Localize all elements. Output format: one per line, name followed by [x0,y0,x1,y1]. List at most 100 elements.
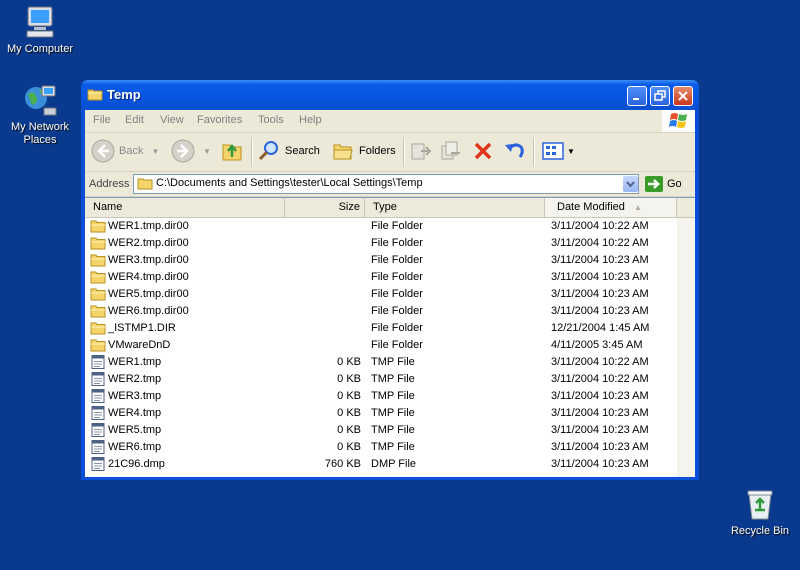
file-row[interactable]: WER2.tmp.dir00 File Folder 3/11/2004 10:22… [85,235,677,252]
file-row[interactable]: 21C96.dmp 760 KB DMP File 3/11/2004 10:23 A… [85,456,677,473]
up-folder-button[interactable] [221,137,245,165]
address-dropdown-button[interactable] [623,176,638,192]
file-row[interactable]: WER4.tmp.dir00 File Folder 3/11/2004 10:23… [85,269,677,286]
file-name: WER6.tmp.dir00 [108,305,189,317]
file-type: TMP File [371,407,415,419]
computer-icon [22,4,58,40]
forward-dropdown-icon[interactable]: ▼ [203,147,211,156]
back-dropdown-icon[interactable]: ▼ [151,147,159,156]
menu-tools[interactable]: Tools [258,114,284,126]
file-name: WER2.tmp.dir00 [108,237,189,249]
folders-icon [333,144,353,160]
close-button[interactable] [673,86,693,106]
views-button[interactable]: ▼ [541,137,575,165]
back-button-label: Back [119,145,144,157]
window-title: Temp [107,87,141,102]
file-type: DMP File [371,458,417,470]
file-name: _ISTMP1.DIR [108,322,176,334]
file-row[interactable]: WER4.tmp 0 KB TMP File 3/11/2004 10:23 AM [85,405,677,422]
file-type: File Folder [371,339,423,351]
file-type: File Folder [371,322,423,334]
column-header-name[interactable]: Name [85,198,285,217]
back-arrow-icon [91,139,115,163]
file-row[interactable]: VMwareDnD File Folder 4/11/2005 3:45 AM [85,337,677,354]
menu-favorites[interactable]: Favorites [197,114,242,126]
forward-button[interactable]: ▼ [171,137,211,165]
move-to-icon [411,143,432,160]
file-type: File Folder [371,254,423,266]
folder-icon [90,304,106,318]
explorer-window: Temp File Edit View Favorites Tools Help [81,80,699,480]
file-name: VMwareDnD [108,339,171,351]
up-folder-icon [222,143,242,161]
folder-icon [90,321,106,335]
file-row[interactable]: WER1.tmp.dir00 File Folder 3/11/2004 10:22… [85,218,677,235]
file-date-modified: 3/11/2004 10:23 AM [551,441,649,453]
file-row[interactable]: WER6.tmp 0 KB TMP File 3/11/2004 10:23 AM [85,439,677,456]
move-to-button[interactable] [409,137,433,165]
file-name: WER3.tmp.dir00 [108,254,189,266]
file-date-modified: 3/11/2004 10:22 AM [551,373,649,385]
file-type: TMP File [371,390,415,402]
file-date-modified: 3/11/2004 10:23 AM [551,288,649,300]
search-button[interactable]: Search [257,137,320,165]
toolbar-separator [251,138,253,166]
go-label: Go [667,178,682,190]
recycle-bin-icon [742,486,778,522]
file-name: WER5.tmp [108,424,162,436]
file-icon [90,440,106,454]
column-header-size[interactable]: Size [285,198,365,217]
views-dropdown-icon[interactable]: ▼ [567,147,575,156]
network-globe-icon [22,82,58,118]
file-icon [90,457,106,471]
folders-button-label: Folders [359,145,396,157]
undo-icon [505,143,524,158]
menu-help[interactable]: Help [299,114,322,126]
file-date-modified: 3/11/2004 10:23 AM [551,271,649,283]
column-header-bar: Name Size Type Date Modified ▲ [85,198,695,218]
menu-file[interactable]: File [93,114,111,126]
file-name: WER1.tmp [108,356,162,368]
minimize-button[interactable] [627,86,647,106]
desktop-icon-label: My Computer [6,43,74,55]
file-icon [90,423,106,437]
file-row[interactable]: WER6.tmp.dir00 File Folder 3/11/2004 10:23… [85,303,677,320]
file-size: 0 KB [337,424,361,436]
desktop-icon-my-network-places[interactable]: My Network Places [0,82,80,147]
views-icon [542,142,564,160]
file-name: WER2.tmp [108,373,162,385]
folder-icon [90,219,106,233]
undo-button[interactable] [503,137,527,165]
copy-to-button[interactable] [439,137,463,165]
folder-icon [90,287,106,301]
file-row[interactable]: WER3.tmp 0 KB TMP File 3/11/2004 10:23 AM [85,388,677,405]
file-row[interactable]: WER5.tmp.dir00 File Folder 3/11/2004 10:23… [85,286,677,303]
go-button[interactable]: Go [645,176,682,192]
title-bar[interactable]: Temp [81,80,699,110]
menu-edit[interactable]: Edit [125,114,144,126]
restore-button[interactable] [650,86,670,106]
file-icon [90,406,106,420]
back-button[interactable]: Back ▼ [91,137,159,165]
file-row[interactable]: WER2.tmp 0 KB TMP File 3/11/2004 10:22 AM [85,371,677,388]
file-row[interactable]: WER1.tmp 0 KB TMP File 3/11/2004 10:22 AM [85,354,677,371]
delete-button[interactable] [471,137,495,165]
column-header-date-label: Date Modified [557,201,625,213]
file-row[interactable]: WER3.tmp.dir00 File Folder 3/11/2004 10:23… [85,252,677,269]
file-row[interactable]: _ISTMP1.DIR File Folder 12/21/2004 1:45 AM [85,320,677,337]
menu-view[interactable]: View [160,114,184,126]
desktop-icon-my-computer[interactable]: My Computer [0,4,80,56]
address-input[interactable]: C:\Documents and Settings\tester\Local S… [133,174,639,194]
folders-button[interactable]: Folders [331,137,396,165]
file-date-modified: 3/11/2004 10:22 AM [551,220,649,232]
file-size: 0 KB [337,390,361,402]
desktop-icon-label: My Network Places [10,121,70,146]
delete-x-icon [474,142,492,160]
file-row[interactable]: WER5.tmp 0 KB TMP File 3/11/2004 10:23 AM [85,422,677,439]
file-date-modified: 3/11/2004 10:22 AM [551,356,649,368]
file-list-view[interactable]: Name Size Type Date Modified ▲ WER1.tmp.… [85,197,695,477]
column-header-date-modified[interactable]: Date Modified ▲ [545,198,677,217]
file-date-modified: 3/11/2004 10:23 AM [551,305,649,317]
column-header-type[interactable]: Type [365,198,545,217]
desktop-icon-recycle-bin[interactable]: Recycle Bin [720,486,800,538]
